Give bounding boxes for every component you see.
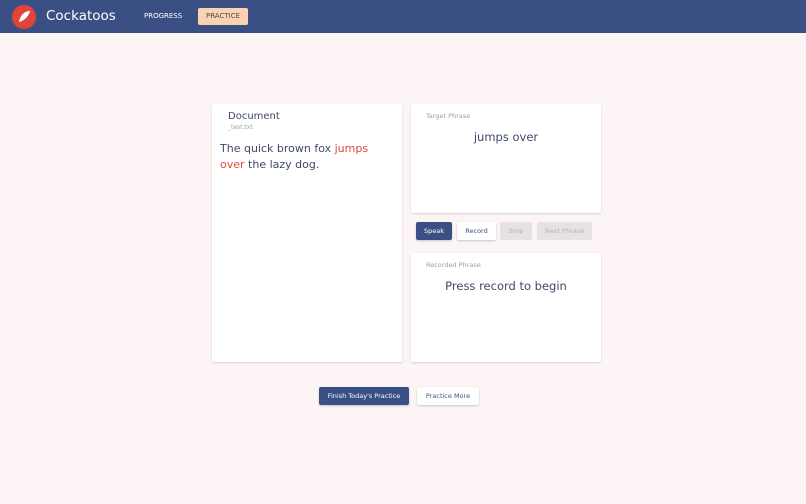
document-text-after: the lazy dog. [244, 158, 320, 171]
stop-button[interactable]: Stop [500, 222, 532, 240]
next-phrase-button[interactable]: Next Phrase [537, 222, 592, 240]
recorded-phrase-card: Recorded Phrase Press record to begin [411, 253, 601, 362]
document-card: Document _test.txt The quick brown fox j… [212, 104, 402, 362]
finish-practice-button[interactable]: Finish Today's Practice [319, 387, 409, 405]
document-filename: _test.txt [228, 124, 253, 131]
target-phrase-card: Target Phrase jumps over [411, 104, 601, 213]
document-text-before: The quick brown fox [220, 142, 335, 155]
top-nav-bar: Cockatoos PROGRESS PRACTICE [0, 0, 806, 33]
practice-more-button[interactable]: Practice More [417, 387, 479, 405]
nav-practice-link[interactable]: PRACTICE [198, 8, 249, 25]
record-button[interactable]: Record [457, 222, 496, 240]
nav-progress-link[interactable]: PROGRESS [136, 8, 190, 25]
target-phrase-text: jumps over [473, 130, 539, 144]
recorded-phrase-label: Recorded Phrase [426, 261, 481, 269]
document-text: The quick brown fox jumps over the lazy … [220, 141, 396, 173]
recorded-phrase-text: Press record to begin [445, 279, 567, 293]
speak-button[interactable]: Speak [416, 222, 452, 240]
target-phrase-label: Target Phrase [426, 112, 471, 120]
app-title[interactable]: Cockatoos [46, 7, 116, 25]
cockatoo-logo-icon[interactable] [12, 5, 36, 29]
document-title: Document [228, 111, 280, 122]
